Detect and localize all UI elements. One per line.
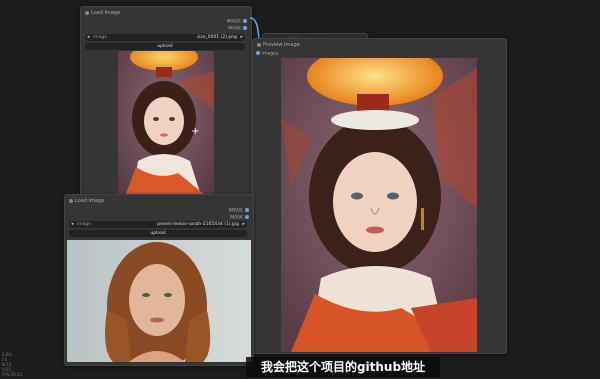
load-image-node-2[interactable]: Load Image IMAGE MASK ◂ image pexels-lee…: [64, 194, 254, 366]
node-title[interactable]: Load Image: [81, 7, 251, 19]
upload-button[interactable]: upload: [85, 43, 245, 50]
output-label: IMAGE: [228, 208, 243, 214]
node-title-text: Preview Image: [263, 42, 300, 48]
output-label: MASK: [230, 215, 243, 221]
node-title-text: Load Image: [75, 198, 105, 204]
preview-output-image: [281, 58, 477, 352]
output-label: IMAGE: [226, 19, 241, 25]
input-socket-icon[interactable]: [256, 51, 260, 55]
collapse-dot-icon[interactable]: [257, 43, 261, 47]
combo-value: size_0001 (2).png: [196, 35, 237, 40]
stat-line: FPS:59.53: [2, 372, 23, 377]
image-combo[interactable]: ◂ image pexels-leeloo-sarah-2105434 (1).…: [69, 221, 247, 228]
chevron-right-icon[interactable]: ▸: [240, 34, 243, 41]
preview-thumbnail: [67, 240, 251, 362]
render-stats: 0.0fs I:0 N:10 V:25 FPS:59.53: [2, 352, 22, 377]
collapse-dot-icon[interactable]: [85, 11, 89, 15]
collapse-dot-icon[interactable]: [69, 199, 73, 203]
output-socket-icon[interactable]: [243, 26, 247, 30]
output-socket-icon[interactable]: [243, 19, 247, 23]
input-images[interactable]: images: [256, 51, 278, 57]
output-socket-icon[interactable]: [245, 215, 249, 219]
output-mask[interactable]: MASK: [230, 215, 249, 221]
combo-label: image: [93, 35, 108, 40]
input-label: images: [262, 51, 279, 57]
output-label: MASK: [228, 26, 241, 32]
preview-image-node[interactable]: Preview Image images: [252, 38, 507, 354]
output-image[interactable]: IMAGE: [226, 19, 247, 25]
node-title[interactable]: Preview Image: [253, 39, 506, 51]
upload-button[interactable]: upload: [69, 230, 247, 237]
svg-text:+: +: [191, 126, 199, 137]
combo-value: pexels-leeloo-sarah-2105434 (1).jpg: [157, 222, 239, 227]
node-title[interactable]: Load Image: [65, 195, 253, 207]
chevron-left-icon[interactable]: ◂: [87, 34, 90, 41]
node-title-text: Load Image: [91, 10, 121, 16]
output-socket-icon[interactable]: [245, 208, 249, 212]
image-combo[interactable]: ◂ image size_0001 (2).png ▸: [85, 34, 245, 41]
video-subtitle: 我会把这个项目的github地址: [246, 357, 440, 377]
combo-label: image: [77, 222, 92, 227]
chevron-left-icon[interactable]: ◂: [71, 221, 74, 228]
output-image[interactable]: IMAGE: [228, 208, 249, 214]
output-mask[interactable]: MASK: [228, 26, 247, 32]
node-canvas[interactable]: InstantID/FaceAnalysis Load Image IMAGE …: [0, 0, 600, 379]
chevron-right-icon[interactable]: ▸: [242, 221, 245, 228]
preview-thumbnail: +: [118, 51, 214, 199]
load-image-node-1[interactable]: Load Image IMAGE MASK ◂ image size_0001 …: [80, 6, 252, 204]
